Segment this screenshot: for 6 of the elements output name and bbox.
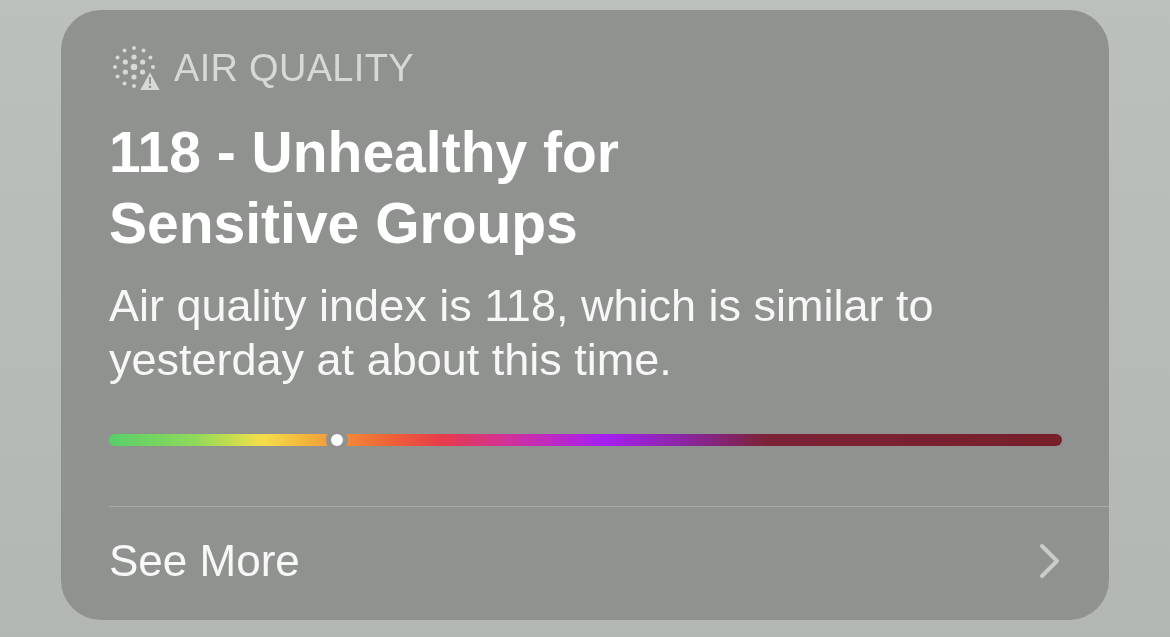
aqi-description: Air quality index is 118, which is similar to yesterday at about this time. xyxy=(109,279,935,387)
see-more-link[interactable]: See More xyxy=(109,534,1062,587)
widget-title: AIR QUALITY xyxy=(174,46,414,91)
air-quality-warning-icon xyxy=(112,44,160,92)
chevron-right-icon xyxy=(1039,542,1061,579)
aqi-heading: 118 - Unhealthy for Sensitive Groups xyxy=(109,119,620,257)
